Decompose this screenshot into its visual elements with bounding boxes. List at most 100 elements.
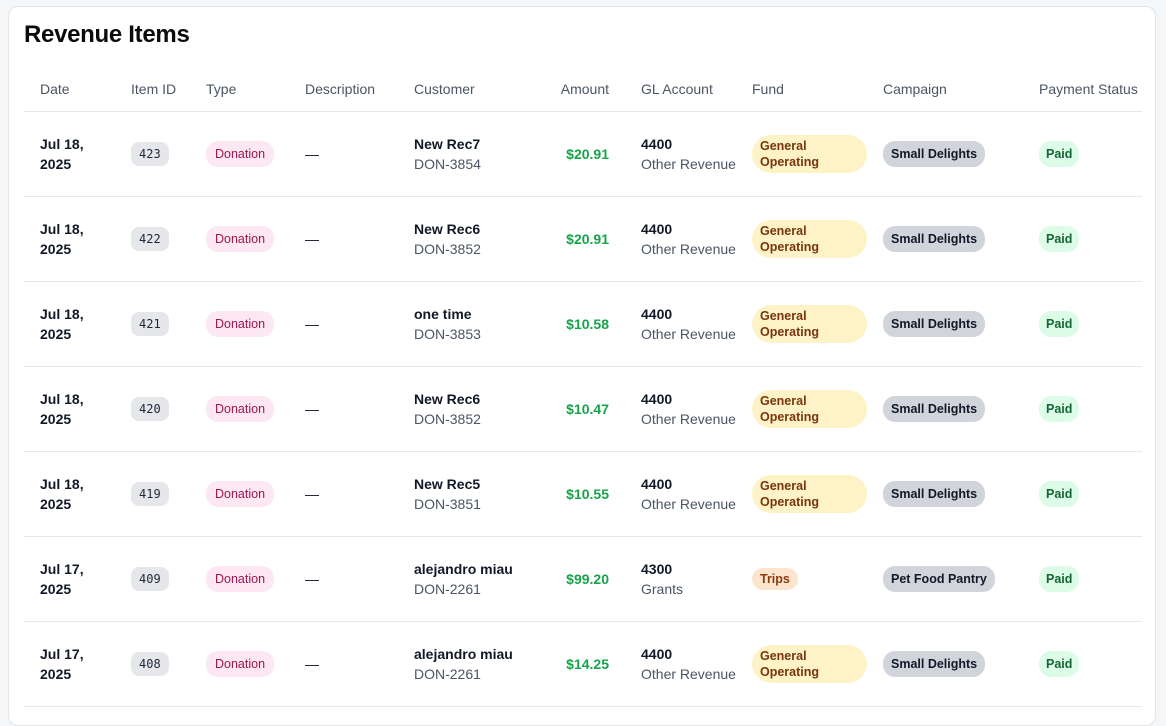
gl-account-name: Other Revenue: [641, 241, 736, 257]
payment-status-badge: Paid: [1039, 226, 1080, 252]
date-cell: Jul 17, 2025: [40, 561, 84, 597]
item-id-badge: 409: [131, 567, 169, 591]
description-cell: —: [305, 231, 319, 247]
table-row[interactable]: Jul 18, 2025 421 Donation — one time DON…: [24, 281, 1142, 367]
payment-status-badge: Paid: [1039, 566, 1080, 592]
revenue-items-table: Date Item ID Type Description Customer A…: [24, 67, 1142, 707]
type-badge: Donation: [206, 226, 275, 252]
payment-status-badge: Paid: [1039, 141, 1080, 167]
item-id-badge: 419: [131, 482, 169, 506]
customer-name[interactable]: New Rec6: [414, 389, 535, 409]
column-header-date[interactable]: Date: [24, 67, 115, 112]
customer-name[interactable]: alejandro miau: [414, 559, 535, 579]
amount-cell: $20.91: [535, 196, 625, 282]
fund-badge: General Operating: [752, 475, 867, 513]
description-cell: —: [305, 571, 319, 587]
gl-account-code: 4400: [641, 306, 673, 322]
item-id-badge: 422: [131, 227, 169, 251]
customer-name[interactable]: one time: [414, 304, 535, 324]
column-header-gl-account[interactable]: GL Account: [625, 67, 736, 112]
amount-cell: $20.91: [535, 111, 625, 197]
fund-badge: Trips: [752, 568, 798, 590]
gl-account-name: Other Revenue: [641, 496, 736, 512]
table-body: Jul 18, 2025 423 Donation — New Rec7 DON…: [24, 111, 1142, 707]
date-cell: Jul 18, 2025: [40, 136, 84, 172]
gl-account-code: 4400: [641, 476, 673, 492]
table-row[interactable]: Jul 17, 2025 408 Donation — alejandro mi…: [24, 621, 1142, 707]
payment-status-badge: Paid: [1039, 481, 1080, 507]
item-id-badge: 420: [131, 397, 169, 421]
item-id-badge: 408: [131, 652, 169, 676]
gl-account-name: Grants: [641, 581, 684, 597]
fund-badge: General Operating: [752, 135, 867, 173]
campaign-badge: Small Delights: [883, 481, 986, 507]
table-header-row: Date Item ID Type Description Customer A…: [24, 67, 1142, 112]
customer-name[interactable]: New Rec7: [414, 134, 535, 154]
type-badge: Donation: [206, 481, 275, 507]
amount-cell: $14.25: [535, 621, 625, 707]
customer-code: DON-2261: [414, 581, 481, 597]
gl-account-name: Other Revenue: [641, 411, 736, 427]
amount-cell: $10.55: [535, 451, 625, 537]
gl-account-name: Other Revenue: [641, 156, 736, 172]
date-cell: Jul 17, 2025: [40, 646, 84, 682]
description-cell: —: [305, 146, 319, 162]
campaign-badge: Small Delights: [883, 311, 986, 337]
campaign-badge: Small Delights: [883, 396, 986, 422]
table-row[interactable]: Jul 18, 2025 419 Donation — New Rec5 DON…: [24, 451, 1142, 537]
type-badge: Donation: [206, 311, 275, 337]
table-row[interactable]: Jul 18, 2025 422 Donation — New Rec6 DON…: [24, 196, 1142, 282]
gl-account-code: 4400: [641, 391, 673, 407]
table-row[interactable]: Jul 18, 2025 420 Donation — New Rec6 DON…: [24, 366, 1142, 452]
column-header-description[interactable]: Description: [289, 67, 398, 112]
column-header-amount[interactable]: Amount: [535, 67, 625, 112]
customer-code: DON-3851: [414, 496, 481, 512]
customer-code: DON-2261: [414, 666, 481, 682]
customer-name[interactable]: New Rec6: [414, 219, 535, 239]
column-header-type[interactable]: Type: [190, 67, 289, 112]
column-header-customer[interactable]: Customer: [398, 67, 535, 112]
type-badge: Donation: [206, 396, 275, 422]
date-cell: Jul 18, 2025: [40, 391, 84, 427]
customer-code: DON-3852: [414, 241, 481, 257]
customer-name[interactable]: New Rec5: [414, 474, 535, 494]
page-title: Revenue Items: [24, 21, 190, 48]
amount-cell: $99.20: [535, 536, 625, 622]
table-row[interactable]: Jul 17, 2025 409 Donation — alejandro mi…: [24, 536, 1142, 622]
campaign-badge: Pet Food Pantry: [883, 566, 995, 592]
fund-badge: General Operating: [752, 390, 867, 428]
gl-account-code: 4400: [641, 221, 673, 237]
campaign-badge: Small Delights: [883, 226, 986, 252]
payment-status-badge: Paid: [1039, 311, 1080, 337]
item-id-badge: 423: [131, 142, 169, 166]
amount-cell: $10.58: [535, 281, 625, 367]
column-header-fund[interactable]: Fund: [736, 67, 867, 112]
fund-badge: General Operating: [752, 220, 867, 258]
payment-status-badge: Paid: [1039, 396, 1080, 422]
fund-badge: General Operating: [752, 305, 867, 343]
customer-code: DON-3854: [414, 156, 481, 172]
type-badge: Donation: [206, 566, 275, 592]
date-cell: Jul 18, 2025: [40, 306, 84, 342]
gl-account-code: 4400: [641, 646, 673, 662]
item-id-badge: 421: [131, 312, 169, 336]
gl-account-name: Other Revenue: [641, 326, 736, 342]
gl-account-code: 4300: [641, 561, 673, 577]
date-cell: Jul 18, 2025: [40, 476, 84, 512]
gl-account-name: Other Revenue: [641, 666, 736, 682]
campaign-badge: Small Delights: [883, 651, 986, 677]
column-header-payment-status[interactable]: Payment Status: [1023, 67, 1142, 112]
fund-badge: General Operating: [752, 645, 867, 683]
type-badge: Donation: [206, 651, 275, 677]
description-cell: —: [305, 656, 319, 672]
description-cell: —: [305, 486, 319, 502]
date-cell: Jul 18, 2025: [40, 221, 84, 257]
column-header-item-id[interactable]: Item ID: [115, 67, 190, 112]
table-row[interactable]: Jul 18, 2025 423 Donation — New Rec7 DON…: [24, 111, 1142, 197]
customer-name[interactable]: alejandro miau: [414, 644, 535, 664]
column-header-campaign[interactable]: Campaign: [867, 67, 1023, 112]
description-cell: —: [305, 401, 319, 417]
type-badge: Donation: [206, 141, 275, 167]
description-cell: —: [305, 316, 319, 332]
amount-cell: $10.47: [535, 366, 625, 452]
